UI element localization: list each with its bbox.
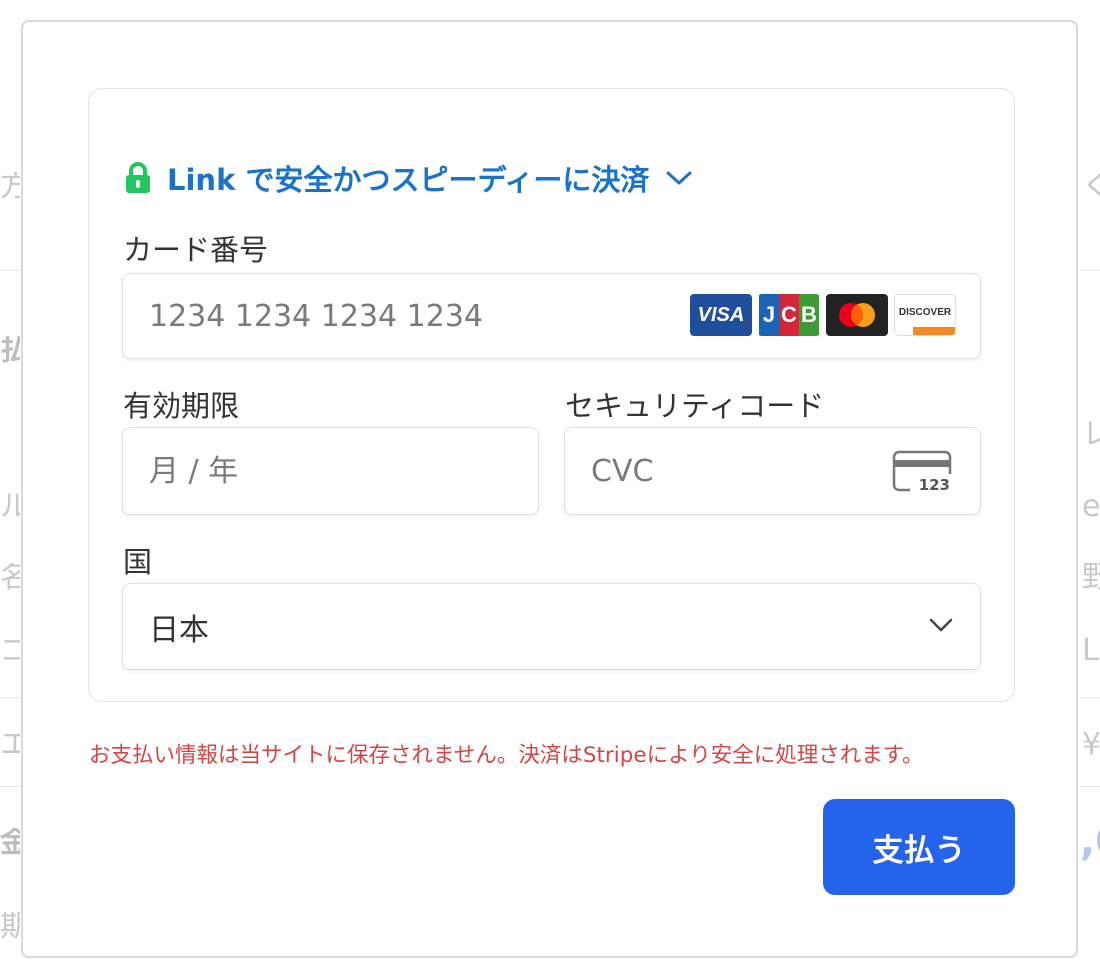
lock-icon: [126, 162, 150, 193]
country-select[interactable]: 日本: [122, 583, 981, 670]
payment-modal: Link で安全かつスピーディーに決済 カード番号 VISA J C B: [21, 20, 1078, 958]
bg-fragment: 野: [1082, 563, 1100, 593]
bg-fragment: エ: [0, 730, 20, 760]
bg-fragment: 方: [0, 172, 20, 202]
security-notice: お支払い情報は当サイトに保存されません。決済はStripeにより安全に処理されま…: [89, 743, 924, 768]
bg-fragment: ,0: [1080, 822, 1100, 862]
country-value: 日本: [149, 612, 209, 648]
bg-fragment: ル: [0, 492, 20, 522]
bg-divider: [1080, 786, 1100, 787]
security-code-label: セキュリティコード: [565, 389, 825, 423]
pay-button[interactable]: 支払う: [823, 799, 1015, 895]
bg-divider: [0, 786, 22, 787]
card-number-label: カード番号: [123, 233, 269, 267]
card-brand-logos: VISA J C B DISCOVER: [690, 294, 956, 336]
chevron-down-icon: [666, 171, 692, 185]
bg-divider: [0, 270, 22, 271]
mastercard-logo-icon: [826, 294, 888, 336]
bg-fragment: ¥: [1082, 730, 1100, 760]
expiry-label: 有効期限: [123, 389, 240, 423]
bg-fragment: 金: [0, 828, 20, 858]
expiry-input[interactable]: [123, 428, 538, 514]
bg-fragment: LE: [1082, 636, 1100, 666]
discover-logo-icon: DISCOVER: [894, 294, 956, 336]
country-label: 国: [123, 545, 153, 579]
link-pay-toggle[interactable]: Link で安全かつスピーディーに決済: [123, 157, 693, 199]
visa-logo-icon: VISA: [690, 294, 752, 336]
bg-fragment: e: [1082, 492, 1100, 522]
bg-divider: [0, 697, 22, 698]
chevron-down-icon: [929, 618, 953, 632]
jcb-logo-icon: J C B: [758, 294, 820, 336]
link-pay-label: Link で安全かつスピーディーに決済: [167, 163, 650, 197]
expiry-field: [122, 427, 539, 515]
card-number-field: VISA J C B DISCOVER: [122, 273, 981, 359]
bg-divider: [1080, 697, 1100, 698]
bg-fragment: 期: [0, 912, 20, 942]
cvc-card-icon: 123: [892, 450, 952, 494]
bg-fragment: 払: [0, 336, 20, 366]
bg-divider: [1080, 270, 1100, 271]
bg-fragment: く: [1082, 172, 1100, 202]
bg-fragment: ゴ: [0, 636, 20, 666]
bg-fragment: レ: [1082, 420, 1100, 450]
cvc-icon-text: 123: [919, 476, 950, 494]
security-code-field: 123: [564, 427, 981, 515]
page: 方 払 ル 名 ゴ エ 金 期 く レ e 野 LE ¥ ,0 Link で安全…: [0, 0, 1100, 980]
bg-fragment: 名: [0, 563, 20, 593]
payment-element: Link で安全かつスピーディーに決済 カード番号 VISA J C B: [88, 88, 1015, 702]
